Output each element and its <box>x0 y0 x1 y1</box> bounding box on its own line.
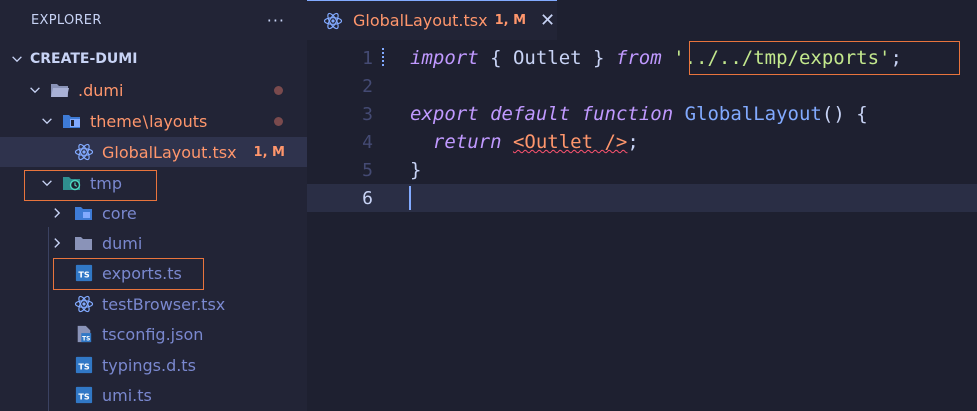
svg-text:TS: TS <box>78 270 90 280</box>
tree-item-umi-ts[interactable]: TS umi.ts <box>0 380 307 410</box>
core-folder-icon <box>74 203 94 223</box>
typescript-icon: TS <box>74 385 94 405</box>
tree-item-label: testBrowser.tsx <box>102 294 226 314</box>
line-number: 4 <box>362 131 373 153</box>
tree-item-label: .dumi <box>78 80 124 100</box>
line-number: 1 <box>362 47 373 69</box>
temp-folder-icon <box>62 173 82 193</box>
chevron-down-icon <box>38 112 56 130</box>
tree-item-typings-d-ts[interactable]: TS typings.d.ts <box>0 350 307 380</box>
tree-item-label-theme: theme <box>90 111 142 131</box>
explorer-header: EXPLORER ··· <box>0 0 307 40</box>
chevron-down-icon <box>26 81 44 99</box>
folder-open-icon <box>50 80 70 100</box>
code-line-4[interactable]: 4 return <Outlet />; <box>307 128 977 156</box>
modified-gutter-marker <box>382 48 384 68</box>
svg-text:TS: TS <box>82 336 90 342</box>
typescript-icon: TS <box>74 263 94 283</box>
tree-item-label: typings.d.ts <box>102 355 196 375</box>
tree-item-label: tsconfig.json <box>102 324 204 344</box>
line-number: 2 <box>362 75 373 97</box>
svg-text:TS: TS <box>78 362 90 372</box>
tree-root-create-dumi[interactable]: CREATE-DUMI <box>0 44 307 74</box>
code-text: import { Outlet } from '../../tmp/export… <box>410 47 902 69</box>
explorer-sidebar: EXPLORER ··· CREATE-DUMI .dumi theme \ l… <box>0 0 307 411</box>
code-line-1[interactable]: 1 import { Outlet } from '../../tmp/expo… <box>307 44 977 72</box>
tree-item-globallayout-tsx[interactable]: GlobalLayout.tsx 1, M <box>0 137 307 167</box>
tree-item-label: core <box>102 203 137 223</box>
chevron-right-icon <box>48 204 66 222</box>
typescript-icon: TS <box>74 355 94 375</box>
more-actions-icon[interactable]: ··· <box>267 11 285 30</box>
modified-dot <box>274 85 283 95</box>
tab-title: GlobalLayout.tsx <box>353 11 488 30</box>
tab-globallayout-tsx[interactable]: GlobalLayout.tsx 1, M ✕ <box>307 0 557 40</box>
tree-item-core-folder[interactable]: core <box>0 198 307 228</box>
line-number: 6 <box>362 187 373 209</box>
tree-item-label: tmp <box>90 173 123 193</box>
tree-item-exports-ts[interactable]: TS exports.ts <box>0 258 307 288</box>
tree-item-testbrowser-tsx[interactable]: testBrowser.tsx <box>0 289 307 319</box>
code-text: } <box>410 159 422 181</box>
text-cursor <box>409 186 411 210</box>
chevron-down-icon <box>38 174 56 192</box>
code-line-3[interactable]: 3 export default function GlobalLayout()… <box>307 100 977 128</box>
svg-text:TS: TS <box>78 392 90 402</box>
tree-item-theme-layouts[interactable]: theme \ layouts <box>0 106 307 136</box>
tree-item-label: umi.ts <box>102 385 152 405</box>
chevron-down-icon <box>8 50 26 68</box>
tree-item-label: dumi <box>102 233 143 253</box>
tree-item-label: exports.ts <box>102 263 182 283</box>
code-editor: GlobalLayout.tsx 1, M ✕ 1 import { Outle… <box>307 0 977 411</box>
tree-item-dumi-subfolder[interactable]: dumi <box>0 228 307 258</box>
tree-item-label-layouts: layouts <box>149 111 208 131</box>
line-number: 3 <box>362 103 373 125</box>
tab-bar: GlobalLayout.tsx 1, M ✕ <box>307 0 977 40</box>
explorer-title: EXPLORER <box>31 12 102 28</box>
layout-folder-icon <box>62 111 82 131</box>
modified-dot <box>274 116 283 126</box>
close-icon[interactable]: ✕ <box>540 10 555 31</box>
tree-item-tmp-folder[interactable]: tmp <box>0 168 307 198</box>
tsconfig-icon: TS <box>74 324 94 344</box>
chevron-right-icon <box>48 234 66 252</box>
line-number: 5 <box>362 159 373 181</box>
problem-badge: 1, M <box>253 144 285 160</box>
code-text: return <Outlet />; <box>432 131 639 153</box>
code-line-2[interactable]: 2 <box>307 72 977 100</box>
code-line-5[interactable]: 5 } <box>307 156 977 184</box>
folder-icon <box>74 233 94 253</box>
tree-item-dumi-folder[interactable]: .dumi <box>0 75 307 105</box>
tree-item-label: GlobalLayout.tsx <box>102 142 237 162</box>
code-text: export default function GlobalLayout() { <box>410 103 868 125</box>
react-icon <box>74 294 94 314</box>
react-icon <box>323 11 343 31</box>
code-line-6[interactable]: 6 <box>307 184 977 212</box>
tab-badge: 1, M <box>494 13 527 28</box>
react-icon <box>74 142 94 162</box>
tree-item-tsconfig-json[interactable]: TS tsconfig.json <box>0 319 307 349</box>
root-folder-label: CREATE-DUMI <box>30 51 138 67</box>
error-squiggle: <Outlet /> <box>512 131 628 153</box>
path-separator: \ <box>142 111 149 131</box>
